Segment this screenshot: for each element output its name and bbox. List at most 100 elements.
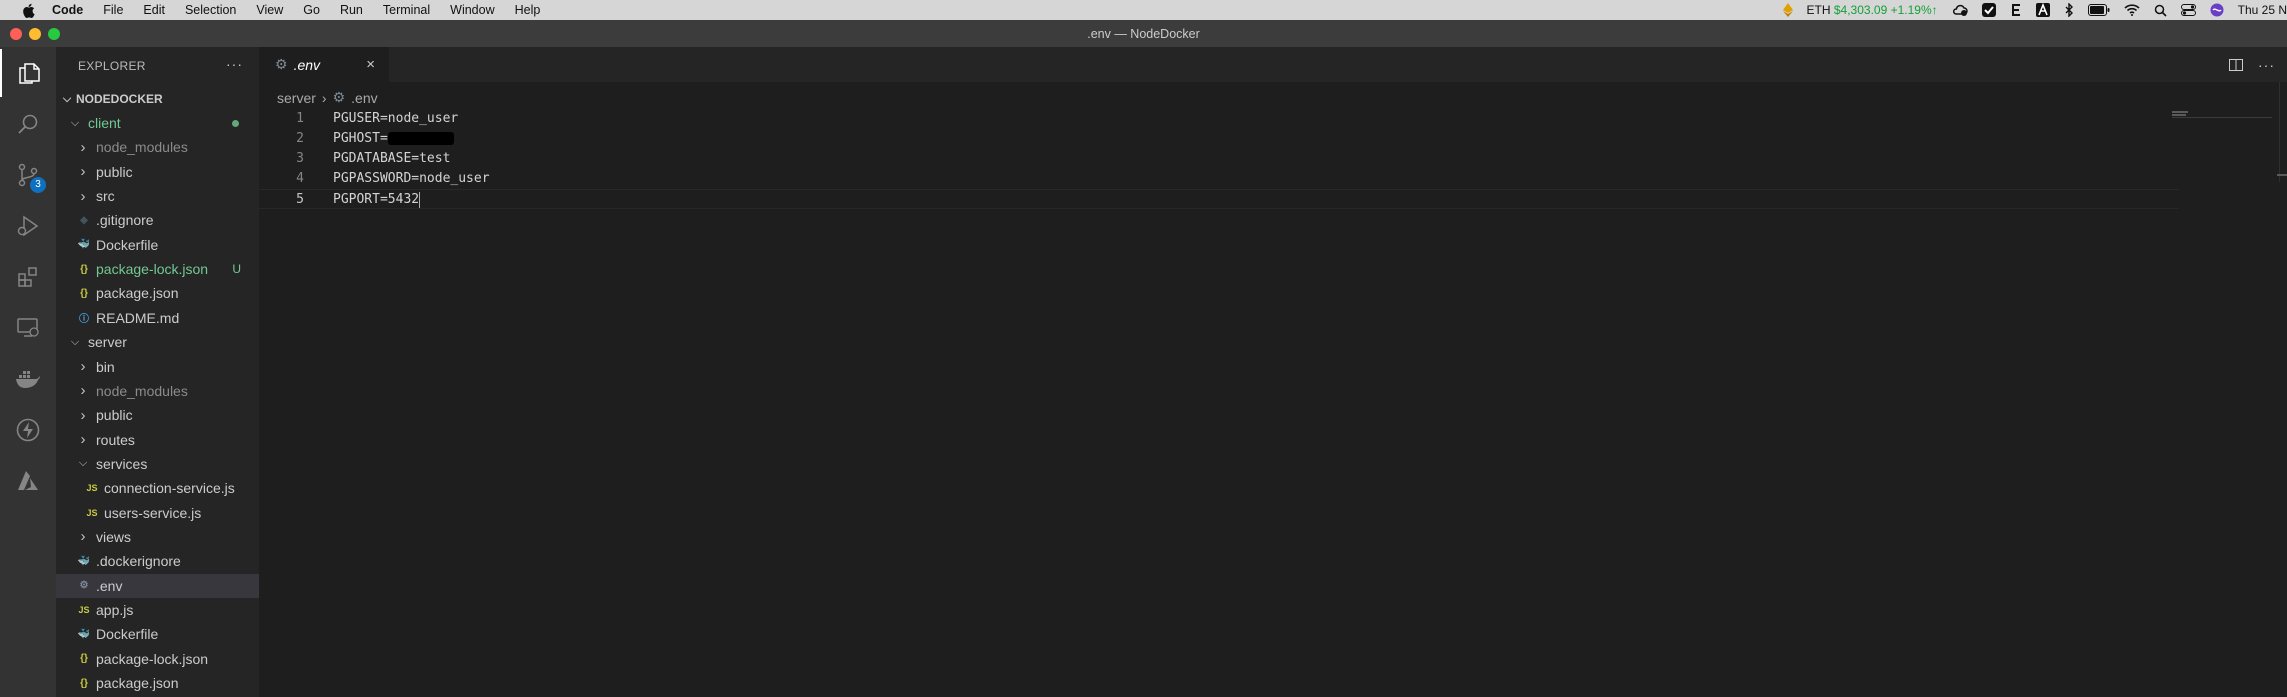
tree-item-gitignore[interactable]: ◆ .gitignore (56, 208, 259, 232)
dockerignore-file-icon: 🐳 (77, 555, 91, 567)
spotlight-search-icon[interactable] (2154, 4, 2167, 17)
thunder-client-activity-icon[interactable] (0, 406, 56, 454)
tab-label: .env (293, 56, 321, 73)
tree-item-package-lock-json[interactable]: {} package-lock.json U (56, 257, 259, 281)
menu-app-code[interactable]: Code (52, 3, 83, 17)
e-app-icon[interactable] (2010, 3, 2022, 17)
cloud-sync-icon[interactable] (1952, 3, 1968, 17)
more-actions-icon[interactable]: ··· (2258, 57, 2275, 78)
menu-go[interactable]: Go (303, 3, 320, 17)
menu-selection[interactable]: Selection (185, 3, 236, 17)
tree-item-dockerfile[interactable]: 🐳 Dockerfile (56, 233, 259, 257)
a-app-icon[interactable] (2035, 3, 2050, 17)
tree-item-package-json[interactable]: {} package.json (56, 281, 259, 305)
tree-item-node-modules[interactable]: › node_modules (56, 379, 259, 403)
menu-run[interactable]: Run (340, 3, 363, 17)
remote-explorer-activity-icon[interactable] (0, 304, 56, 352)
line-text: PGHOST= (333, 129, 454, 149)
line-text: PGPORT=5432 (333, 190, 421, 210)
tree-item-label: README.md (96, 309, 180, 326)
clock[interactable]: Thu 25 N (2238, 3, 2287, 17)
ethereum-icon (1782, 3, 1793, 17)
apple-icon[interactable] (20, 2, 36, 18)
tree-item-connection-service-js[interactable]: JS connection-service.js (56, 476, 259, 500)
breadcrumb-folder[interactable]: server (277, 90, 316, 106)
checkmark-app-icon[interactable] (1981, 3, 1996, 17)
azure-activity-icon[interactable] (0, 457, 56, 505)
breadcrumb-separator: › (321, 89, 327, 106)
source-control-badge: 3 (30, 177, 46, 193)
line-number: 1 (296, 111, 304, 126)
project-section-header[interactable]: ⌵ NODEDOCKER (56, 87, 259, 111)
code-line[interactable]: 3 PGDATABASE=test (259, 149, 2179, 169)
tree-item-label: public (96, 407, 133, 424)
tree-item-label: package-lock.json (96, 261, 209, 278)
breadcrumb-file[interactable]: .env (351, 90, 377, 106)
tree-item-label: services (96, 455, 148, 472)
split-editor-icon[interactable] (2228, 57, 2244, 78)
tree-item-package-lock-json[interactable]: {} package-lock.json (56, 647, 259, 671)
macos-menubar: Code File Edit Selection View Go Run Ter… (0, 0, 2287, 20)
js-file-icon: JS (86, 483, 98, 494)
search-activity-icon[interactable] (0, 100, 56, 148)
minimap[interactable] (2172, 109, 2272, 129)
tree-item-package-json[interactable]: {} package.json (56, 671, 259, 695)
explorer-activity-icon[interactable] (0, 49, 56, 97)
chevron-right-icon: › (80, 358, 86, 375)
close-icon[interactable]: × (366, 56, 375, 73)
redacted-value (387, 132, 454, 145)
tree-item-public[interactable]: › public (56, 403, 259, 427)
line-content: PGHOST= (333, 131, 388, 146)
code-line[interactable]: 5 PGPORT=5432 (259, 189, 2179, 209)
explorer-title: EXPLORER (78, 59, 146, 73)
menu-terminal[interactable]: Terminal (383, 3, 430, 17)
code-editor[interactable]: 1 PGUSER=node_user 2 PGHOST= 3 PGDATABASE=tes… (259, 109, 2179, 209)
tree-item-services[interactable]: ⌵ services (56, 452, 259, 476)
json-file-icon: {} (80, 677, 88, 689)
explorer-more-actions-icon[interactable]: ··· (226, 56, 243, 72)
tree-item-users-service-js[interactable]: JS users-service.js (56, 501, 259, 525)
tree-item-src[interactable]: › src (56, 184, 259, 208)
editor-scrollbar[interactable] (2277, 82, 2287, 182)
tree-item-server[interactable]: ⌵ server (56, 330, 259, 354)
eth-ticker[interactable]: ETH $4,303.09 +1.19%↑ (1807, 3, 1938, 17)
tree-item-app-js[interactable]: JS app.js (56, 598, 259, 622)
source-control-activity-icon[interactable]: 3 (0, 151, 56, 199)
modified-dot-indicator (232, 119, 239, 127)
editor-tab-bar: ⚙ .env × ··· (259, 47, 2287, 82)
battery-icon[interactable] (2087, 4, 2110, 16)
tab-env[interactable]: ⚙ .env × (259, 47, 389, 82)
untracked-badge: U (232, 262, 241, 277)
extensions-activity-icon[interactable] (0, 253, 56, 301)
tree-item-bin[interactable]: › bin (56, 355, 259, 379)
docker-file-icon: 🐳 (77, 628, 91, 640)
tree-item-env[interactable]: ⚙ .env (56, 573, 259, 598)
code-line[interactable]: 1 PGUSER=node_user (259, 109, 2179, 129)
code-line[interactable]: 4 PGPASSWORD=node_user (259, 169, 2179, 189)
tree-item-dockerignore[interactable]: 🐳 .dockerignore (56, 549, 259, 573)
menu-view[interactable]: View (256, 3, 283, 17)
tree-item-client[interactable]: ⌵ client (56, 111, 259, 135)
run-debug-activity-icon[interactable] (0, 202, 56, 250)
menu-file[interactable]: File (103, 3, 123, 17)
line-content: PGPASSWORD=node_user (333, 171, 490, 186)
chevron-right-icon: › (80, 163, 86, 181)
bluetooth-icon[interactable] (2064, 3, 2074, 17)
tree-item-public[interactable]: › public (56, 160, 259, 184)
menu-window[interactable]: Window (450, 3, 494, 17)
menu-help[interactable]: Help (515, 3, 541, 17)
siri-icon[interactable] (2210, 3, 2224, 17)
docker-activity-icon[interactable] (0, 355, 56, 403)
code-line[interactable]: 2 PGHOST= (259, 129, 2179, 149)
menu-edit[interactable]: Edit (143, 3, 165, 17)
tree-item-dockerfile[interactable]: 🐳 Dockerfile (56, 622, 259, 646)
wifi-icon[interactable] (2124, 4, 2140, 16)
line-content: PGPORT=5432 (333, 192, 420, 207)
tree-item-routes[interactable]: › routes (56, 428, 259, 452)
chevron-right-icon: › (80, 431, 86, 449)
control-center-icon[interactable] (2180, 4, 2196, 16)
tree-item-readme-md[interactable]: ⓘ README.md (56, 306, 259, 330)
tree-item-node-modules[interactable]: › node_modules (56, 135, 259, 159)
tree-item-label: .dockerignore (96, 553, 181, 570)
tree-item-views[interactable]: › views (56, 525, 259, 549)
